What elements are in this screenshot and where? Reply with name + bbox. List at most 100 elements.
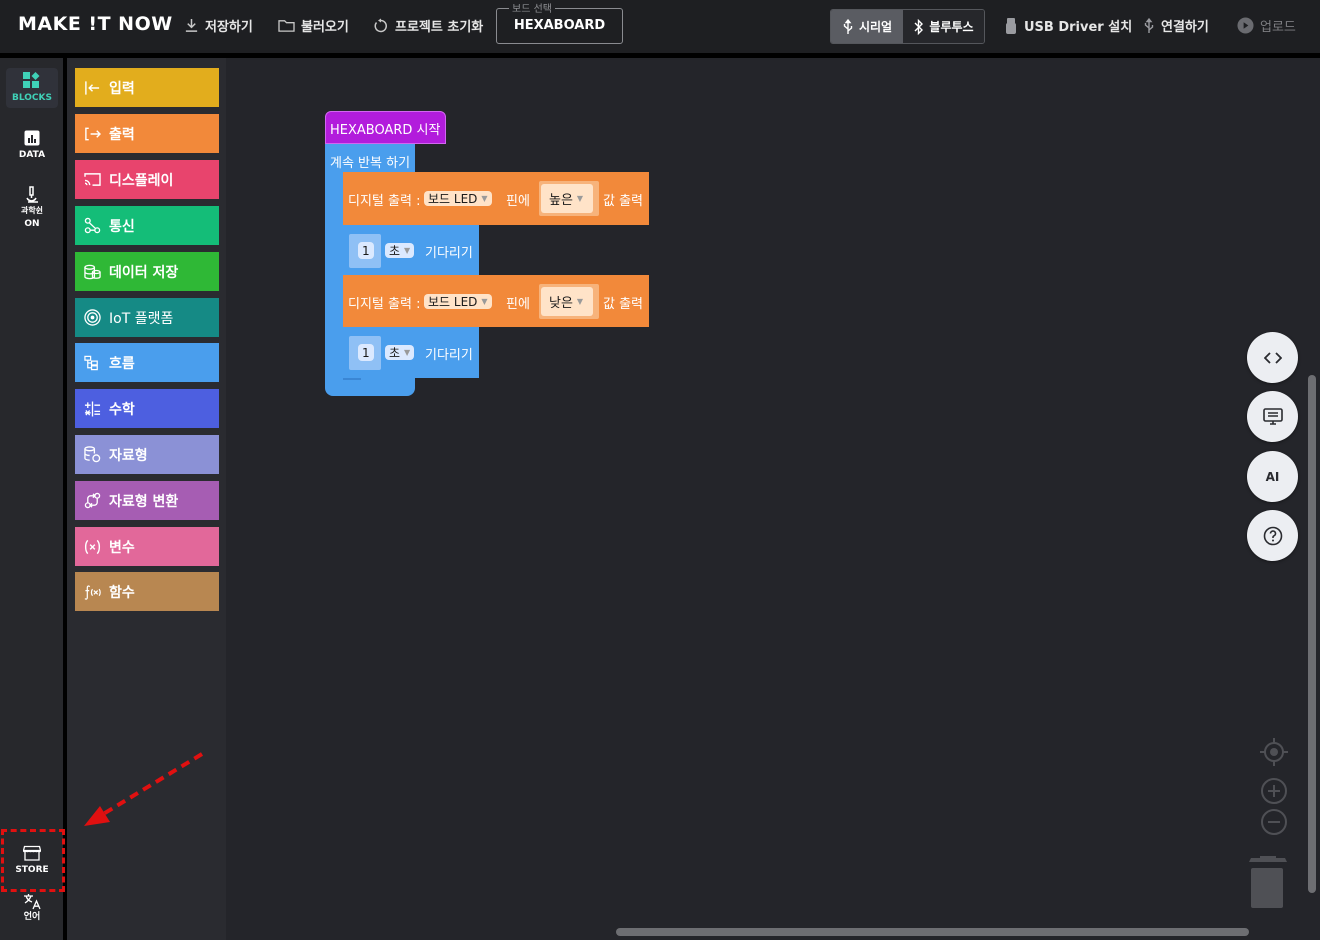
app-logo: MAKE !T NOW <box>18 13 173 35</box>
upload-label: 업로드 <box>1260 20 1296 35</box>
nav-science-label: 과학쉰 <box>20 206 44 215</box>
zoom-in-icon[interactable] <box>1259 776 1289 806</box>
board-select-value: HEXABOARD <box>513 18 606 33</box>
usb-icon <box>843 18 853 34</box>
category-type-convert[interactable]: 자료형 변환 <box>75 481 219 520</box>
category-type-convert-label: 자료형 변환 <box>109 493 179 510</box>
zoom-out-icon[interactable] <box>1259 807 1289 837</box>
usb-driver-button[interactable]: USB Driver 설치 <box>1004 16 1132 35</box>
digital-write-1-prefix: 디지털 출력 : <box>348 194 421 209</box>
pin-dropdown-2[interactable]: 보드 LED ▼ <box>424 294 492 309</box>
category-math[interactable]: 수학 <box>75 389 219 428</box>
category-datatype-label: 자료형 <box>109 447 148 464</box>
download-icon <box>185 18 198 32</box>
serial-label: 시리얼 <box>858 20 893 34</box>
help-icon <box>1263 526 1282 545</box>
connection-mode-toggle: 시리얼 블루투스 <box>830 9 985 44</box>
nav-blocks[interactable]: BLOCKS <box>6 68 58 108</box>
category-variable-label: 변수 <box>109 539 135 556</box>
category-iot-platform[interactable]: IoT 플랫폼 <box>75 298 219 337</box>
value-dropdown-1[interactable]: 높은 ▼ <box>541 184 593 213</box>
serial-monitor-icon <box>1262 408 1283 425</box>
category-datatype[interactable]: 자료형 <box>75 435 219 474</box>
folder-icon <box>278 20 295 32</box>
category-function-label: 함수 <box>109 584 135 601</box>
unit-dropdown-2[interactable]: 초 ▼ <box>385 345 415 360</box>
translate-icon <box>23 894 41 910</box>
category-communication[interactable]: 통신 <box>75 206 219 245</box>
category-flow[interactable]: 흐름 <box>75 343 219 382</box>
board-select-legend: 보드 선택 <box>509 0 555 15</box>
load-label: 불러오기 <box>301 20 349 35</box>
loop-block-label: 계속 반복 하기 <box>330 156 411 171</box>
category-math-label: 수학 <box>109 401 135 418</box>
save-label: 저장하기 <box>205 20 253 35</box>
unit-dropdown-1-value: 초 <box>389 244 401 258</box>
nav-data-label: DATA <box>18 150 46 160</box>
ai-label: AI <box>1265 469 1280 484</box>
play-icon <box>1237 17 1254 34</box>
pin-dropdown-1-value: 보드 LED <box>428 192 478 206</box>
start-block-label: HEXABOARD 시작 <box>330 123 441 138</box>
board-select[interactable]: 보드 선택 HEXABOARD <box>496 0 623 44</box>
display-icon <box>84 173 101 186</box>
connect-button[interactable]: 연결하기 <box>1143 16 1209 35</box>
wait-2-suffix: 기다리기 <box>425 348 473 363</box>
category-flow-label: 흐름 <box>109 355 135 372</box>
wait-block-1[interactable]: 1 초 ▼ 기다리기 <box>343 225 479 275</box>
digital-write-block-1[interactable]: 디지털 출력 : 보드 LED ▼ 핀에 높은 ▼ 값 출력 <box>343 172 649 225</box>
input-icon <box>85 80 100 95</box>
code-icon <box>1263 351 1282 364</box>
value-dropdown-1-value: 높은 <box>549 193 573 208</box>
help-button[interactable] <box>1247 510 1298 561</box>
convert-icon <box>84 492 101 509</box>
nav-data[interactable]: DATA <box>6 130 58 161</box>
code-view-button[interactable] <box>1247 332 1298 383</box>
amount-input-1[interactable]: 1 <box>358 242 374 259</box>
amount-input-2[interactable]: 1 <box>358 344 374 361</box>
microscope-icon <box>26 186 38 203</box>
category-display[interactable]: 디스플레이 <box>75 160 219 199</box>
usb-driver-icon <box>1006 17 1016 34</box>
chevron-down-icon: ▼ <box>576 194 584 203</box>
bluetooth-mode-button[interactable]: 블루투스 <box>903 10 984 43</box>
serial-mode-button[interactable]: 시리얼 <box>831 10 903 43</box>
bluetooth-label: 블루투스 <box>929 20 974 34</box>
reset-project-button[interactable]: 프로젝트 초기화 <box>373 16 483 35</box>
serial-monitor-button[interactable] <box>1247 391 1298 442</box>
variable-icon <box>84 539 101 554</box>
store-highlight-box <box>1 829 65 892</box>
category-output-label: 출력 <box>109 126 135 143</box>
vertical-scrollbar[interactable] <box>1308 375 1316 893</box>
start-block[interactable]: HEXABOARD 시작 <box>325 111 446 144</box>
pin-dropdown-1[interactable]: 보드 LED ▼ <box>424 191 492 206</box>
category-data-storage[interactable]: 데이터 저장 <box>75 252 219 291</box>
flow-icon <box>84 355 98 370</box>
category-variable[interactable]: 변수 <box>75 527 219 566</box>
nav-language-label: 언어 <box>23 912 41 922</box>
category-function[interactable]: 함수 <box>75 572 219 611</box>
chevron-down-icon: ▼ <box>481 194 488 203</box>
load-button[interactable]: 불러오기 <box>278 16 349 35</box>
save-button[interactable]: 저장하기 <box>184 16 253 35</box>
nav-science[interactable]: 과학쉰 ON <box>6 186 58 230</box>
datatype-icon <box>84 446 101 463</box>
horizontal-scrollbar[interactable] <box>616 928 1249 936</box>
category-input[interactable]: 입력 <box>75 68 219 107</box>
unit-dropdown-1[interactable]: 초 ▼ <box>385 243 415 258</box>
digital-write-2-suffix: 값 출력 <box>603 297 644 312</box>
output-icon <box>85 127 101 140</box>
wait-block-2[interactable]: 1 초 ▼ 기다리기 <box>343 327 479 378</box>
digital-write-1-mid: 핀에 <box>506 194 530 209</box>
chevron-down-icon: ▼ <box>404 348 411 357</box>
nav-language[interactable]: 언어 <box>6 893 58 923</box>
nav-blocks-label: BLOCKS <box>12 93 52 103</box>
category-output[interactable]: 출력 <box>75 114 219 153</box>
ai-button[interactable]: AI <box>1247 451 1298 502</box>
category-iot-platform-label: IoT 플랫폼 <box>109 310 174 327</box>
digital-write-block-2[interactable]: 디지털 출력 : 보드 LED ▼ 핀에 낮은 ▼ 값 출력 <box>343 275 649 327</box>
recenter-icon[interactable] <box>1259 737 1289 767</box>
value-dropdown-2[interactable]: 낮은 ▼ <box>541 287 593 316</box>
trash-icon[interactable] <box>1247 856 1289 910</box>
upload-button[interactable]: 업로드 <box>1237 16 1296 35</box>
